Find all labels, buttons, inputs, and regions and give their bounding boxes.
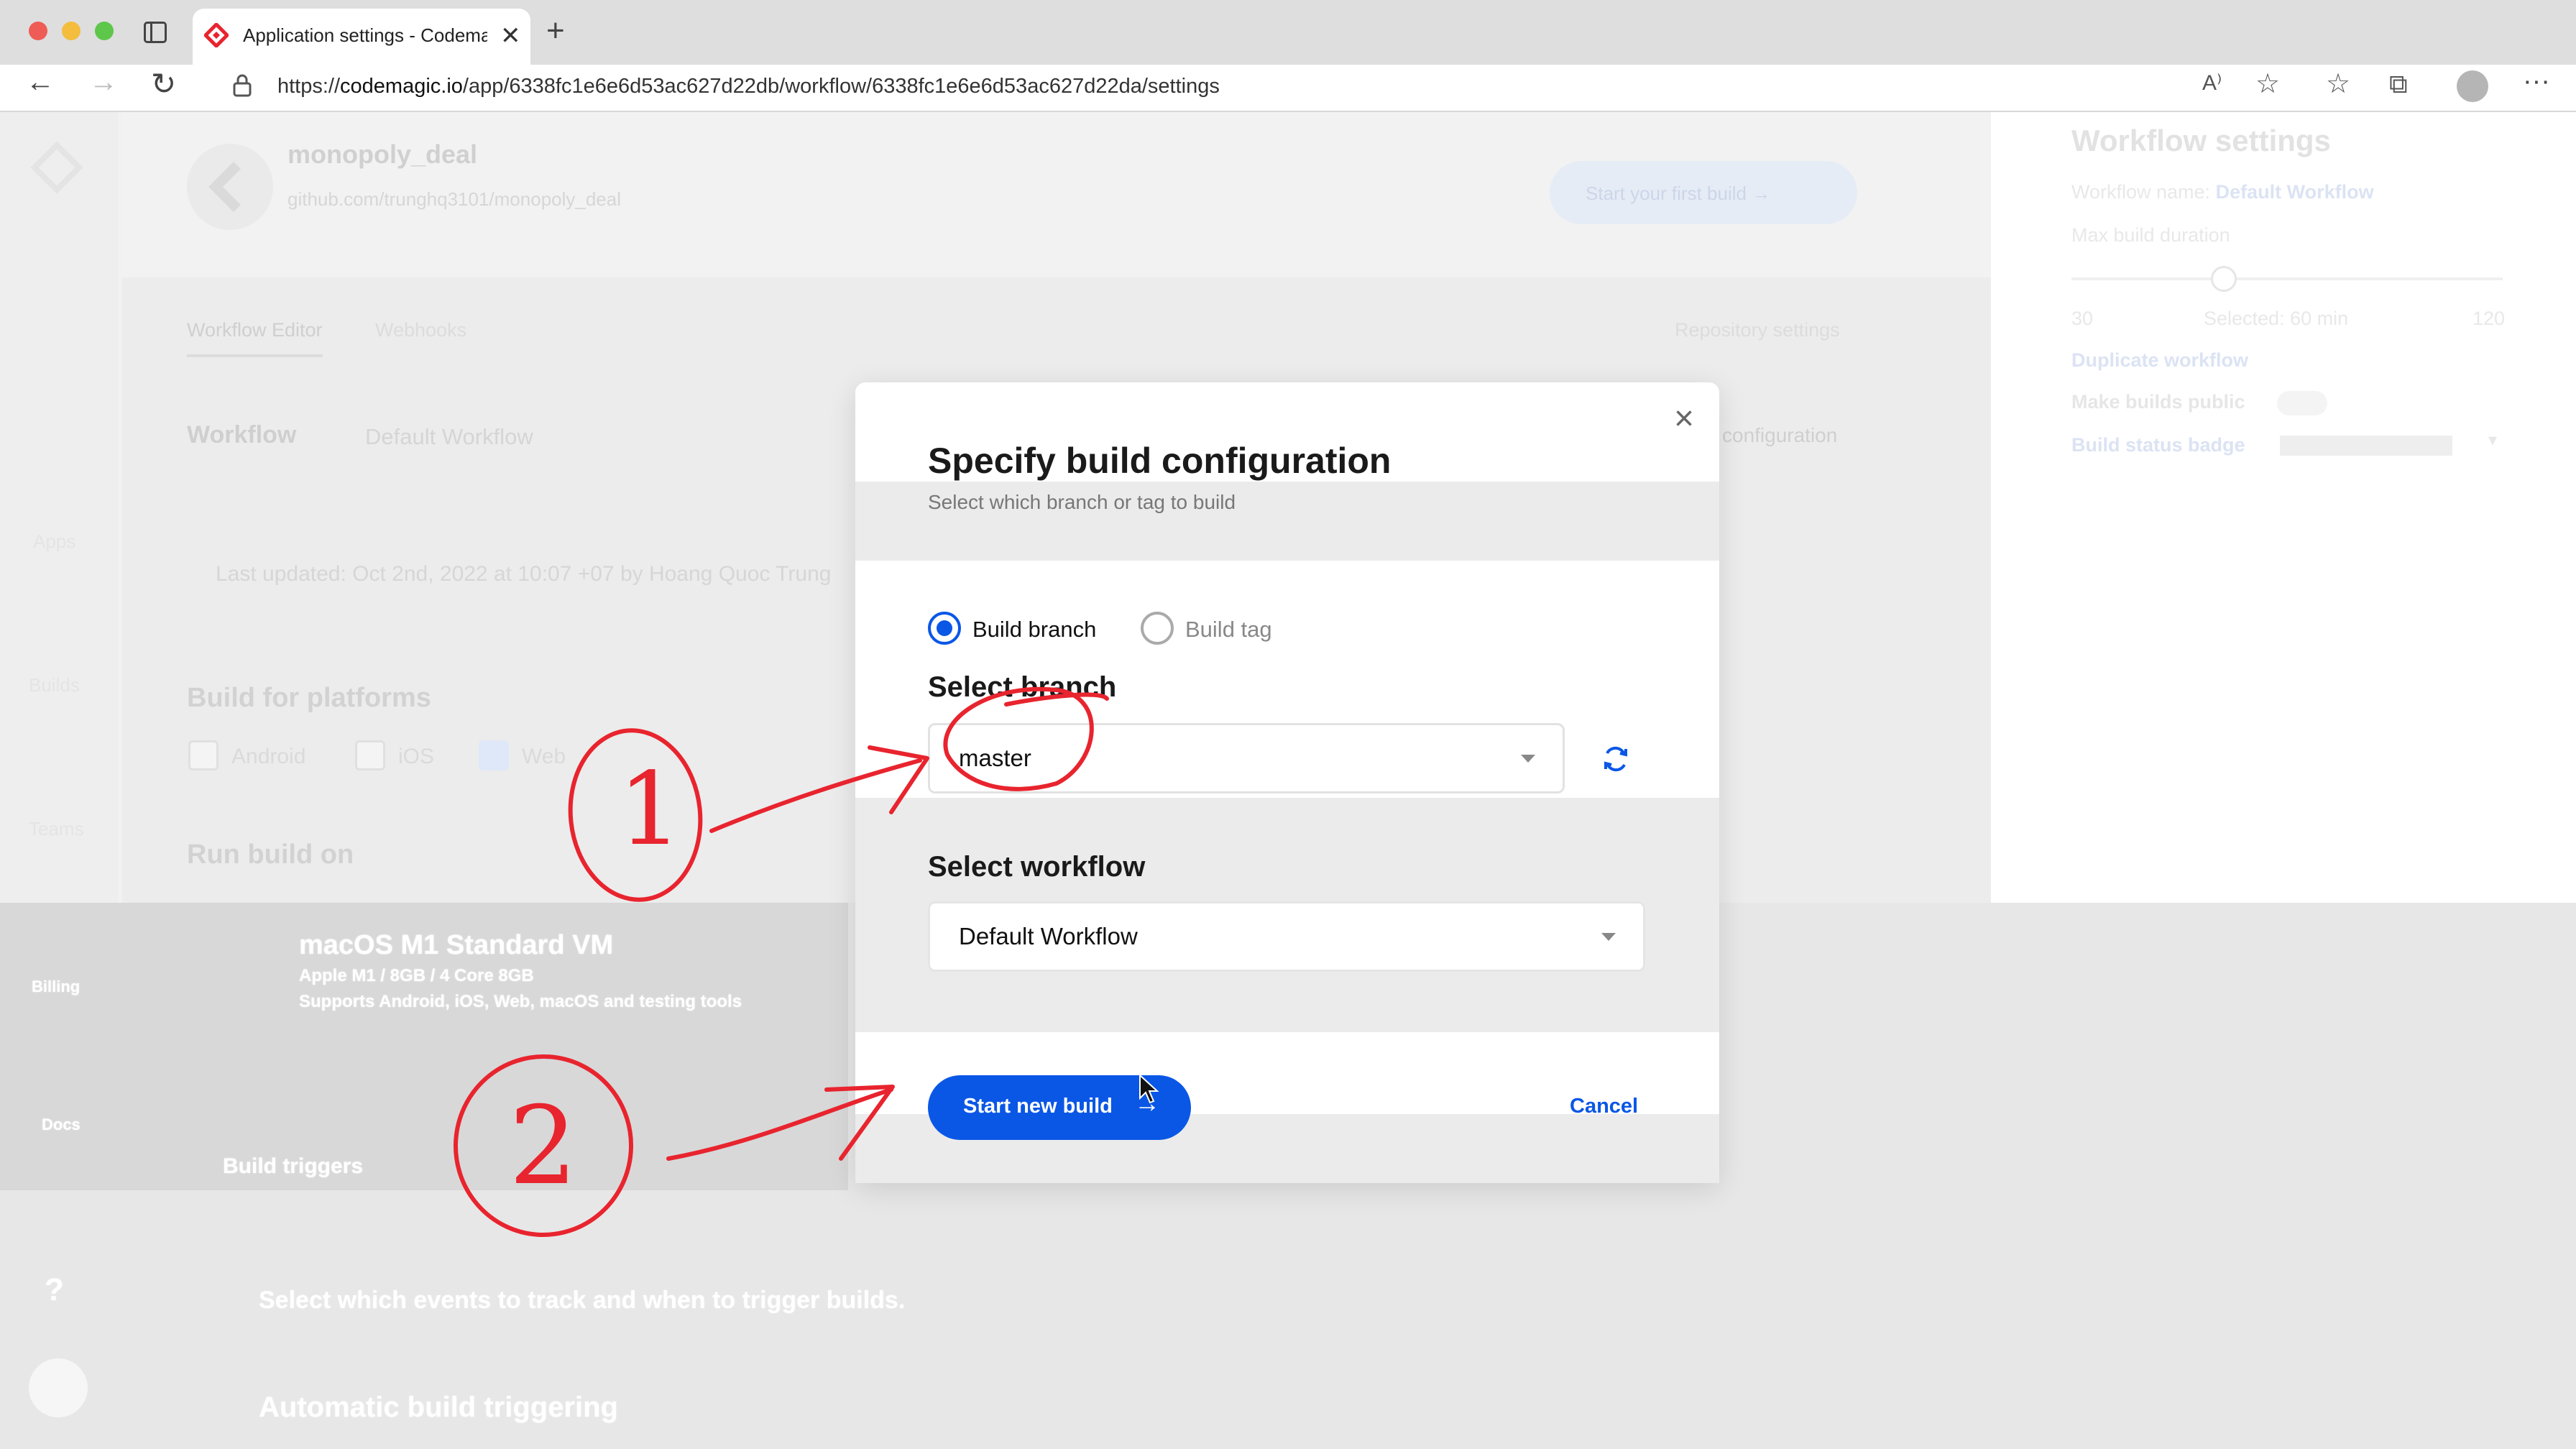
automatic-triggering-heading: Automatic build triggering <box>259 1392 618 1423</box>
chevron-down-icon[interactable]: ▾ <box>2488 430 2497 451</box>
status-badge-image <box>2280 436 2452 456</box>
instance-spec: Apple M1 / 8GB / 4 Core 8GB <box>299 966 534 985</box>
collections-icon[interactable]: ⧉ <box>2389 69 2408 100</box>
android-checkbox[interactable] <box>188 740 218 770</box>
build-branch-label[interactable]: Build branch <box>972 617 1096 643</box>
close-window-button[interactable] <box>29 22 47 40</box>
read-aloud-icon[interactable]: A⁾ <box>2202 70 2222 96</box>
url-text: https://codemagic.io/app/6338fc1e6e6d53a… <box>277 75 1220 98</box>
codemagic-favicon-icon <box>204 23 229 47</box>
make-builds-public-label: Make builds public <box>2071 391 2245 413</box>
ios-label: iOS <box>398 745 435 768</box>
modal-title: Specify build configuration <box>928 441 1392 481</box>
workflow-name-row: Workflow name: Default Workflow <box>2071 181 2374 203</box>
sidebar-toggle-icon[interactable] <box>144 22 167 43</box>
app-name: monopoly_deal <box>288 139 478 169</box>
browser-tab-active[interactable]: Application settings - Codema ✕ <box>193 9 530 66</box>
workflow-settings-title: Workflow settings <box>2071 124 2331 157</box>
start-new-build-label[interactable]: Start new build <box>963 1095 1113 1118</box>
maximize-window-button[interactable] <box>95 22 114 40</box>
close-modal-icon[interactable]: × <box>1666 401 1702 437</box>
build-tag-label[interactable]: Build tag <box>1185 617 1272 643</box>
back-arrow-icon[interactable]: ← <box>26 66 55 98</box>
nav-builds[interactable]: Builds <box>29 674 80 696</box>
select-workflow-label: Select workflow <box>928 851 1146 883</box>
run-build-on-heading: Run build on <box>187 840 354 870</box>
workflow-value: Default Workflow <box>959 923 1138 949</box>
duration-slider-track[interactable] <box>2071 277 2503 280</box>
modal-subtitle: Select which branch or tag to build <box>928 491 1236 513</box>
branch-value: master <box>959 745 1031 771</box>
slider-min: 30 <box>2071 308 2094 329</box>
max-duration-label: Max build duration <box>2071 224 2230 246</box>
help-icon[interactable]: ? <box>45 1272 64 1308</box>
slider-selected: Selected: 60 min <box>2204 308 2349 329</box>
workflow-label: Workflow <box>187 421 297 448</box>
repository-settings-link[interactable]: Repository settings <box>1675 319 1840 341</box>
tab-workflow-editor[interactable]: Workflow Editor <box>187 319 323 357</box>
instance-name: macOS M1 Standard VM <box>299 930 614 960</box>
build-status-badge-label: Build status badge <box>2071 434 2245 456</box>
user-avatar[interactable] <box>29 1358 88 1417</box>
tab-close-icon[interactable]: ✕ <box>500 22 521 50</box>
make-public-toggle[interactable] <box>2277 391 2327 415</box>
build-tag-radio[interactable] <box>1141 612 1174 645</box>
mouse-cursor-icon <box>1139 1074 1159 1104</box>
minimize-window-button[interactable] <box>62 22 80 40</box>
favorites-icon[interactable]: ☆ <box>2326 68 2350 100</box>
codemagic-logo-icon[interactable] <box>30 141 83 194</box>
forward-arrow-icon[interactable]: → <box>89 66 118 98</box>
left-nav-rail <box>0 112 118 903</box>
configuration-link[interactable]: configuration <box>1722 424 1837 447</box>
tab-webhooks[interactable]: Webhooks <box>375 319 466 341</box>
web-checkbox[interactable] <box>479 740 509 770</box>
build-branch-radio[interactable] <box>928 612 961 645</box>
ios-checkbox[interactable] <box>355 740 385 770</box>
add-favorite-icon[interactable]: ☆ <box>2255 68 2280 100</box>
instance-support: Supports Android, iOS, Web, macOS and te… <box>299 992 742 1011</box>
build-platforms-heading: Build for platforms <box>187 683 431 713</box>
more-menu-icon[interactable]: ··· <box>2523 66 2550 97</box>
branch-dropdown-caret-icon[interactable] <box>1521 755 1535 763</box>
duplicate-workflow-link[interactable]: Duplicate workflow <box>2071 349 2248 372</box>
cancel-button[interactable]: Cancel <box>1570 1095 1638 1118</box>
trigger-description: Select which events to track and when to… <box>259 1287 906 1314</box>
new-tab-icon[interactable]: + <box>546 13 565 49</box>
refresh-branches-icon[interactable] <box>1600 743 1632 775</box>
workflow-select[interactable]: Default Workflow <box>365 424 533 450</box>
web-label: Web <box>522 745 566 768</box>
slider-max: 120 <box>2472 308 2506 329</box>
nav-billing[interactable]: Billing <box>32 978 80 996</box>
tab-title: Application settings - Codema <box>243 24 487 46</box>
flutter-app-icon <box>187 144 273 230</box>
nav-apps[interactable]: Apps <box>33 530 75 553</box>
nav-docs[interactable]: Docs <box>42 1116 80 1134</box>
repo-link[interactable]: github.com/trunghq3101/monopoly_deal <box>288 188 621 211</box>
start-first-build-button[interactable]: Start your first build → <box>1550 161 1857 224</box>
reload-icon[interactable]: ↻ <box>151 66 176 101</box>
nav-teams[interactable]: Teams <box>29 818 84 840</box>
profile-avatar-icon[interactable] <box>2457 70 2488 102</box>
lock-icon[interactable] <box>231 73 253 98</box>
build-triggers-label: Build triggers <box>223 1154 364 1178</box>
duration-slider-handle[interactable] <box>2211 266 2237 292</box>
android-label: Android <box>231 745 306 768</box>
select-branch-label: Select branch <box>928 671 1117 703</box>
workflow-dropdown-caret-icon[interactable] <box>1601 933 1616 941</box>
